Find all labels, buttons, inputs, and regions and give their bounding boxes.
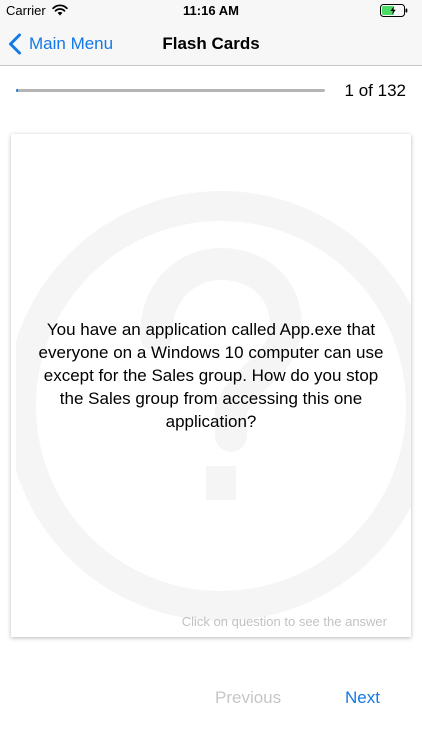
progress-fill xyxy=(16,89,19,92)
progress-bar xyxy=(16,89,325,92)
progress-label: 1 of 132 xyxy=(344,81,406,100)
flash-card[interactable]: You have an application called App.exe t… xyxy=(11,134,411,637)
back-button-label: Main Menu xyxy=(29,34,114,53)
back-button[interactable]: Main Menu xyxy=(8,22,113,66)
navigation-bar: Flash Cards Main Menu xyxy=(0,22,422,66)
status-bar: Carrier 11:16 AM xyxy=(0,0,422,22)
next-button[interactable]: Next xyxy=(345,688,380,708)
question-text: You have an application called App.exe t… xyxy=(38,320,384,431)
chevron-left-icon xyxy=(9,33,21,55)
previous-button[interactable]: Previous xyxy=(215,688,281,708)
hint-text: Click on question to see the answer xyxy=(181,614,387,629)
flash-cards-screen: Carrier 11:16 AM Flash Cards Main Menu 1… xyxy=(0,0,422,750)
clock: 11:16 AM xyxy=(183,3,239,18)
battery-charging-icon xyxy=(380,4,408,17)
